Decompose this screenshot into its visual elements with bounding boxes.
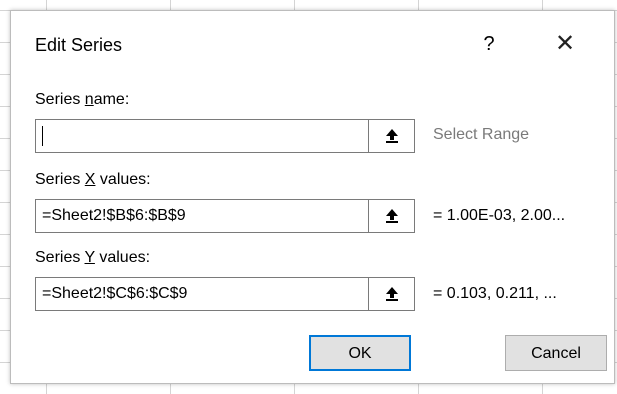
series-y-values-label: Series Y values: <box>35 249 151 266</box>
collapse-dialog-icon <box>385 208 399 224</box>
series-name-input[interactable] <box>36 120 366 152</box>
collapse-dialog-icon <box>385 286 399 302</box>
close-button[interactable]: ✕ <box>545 27 585 61</box>
series-x-range-button[interactable] <box>368 200 414 232</box>
series-name-range-button[interactable] <box>368 120 414 152</box>
series-x-values-preview: = 1.00E-03, 2.00... <box>433 207 566 224</box>
series-x-values-label: Series X values: <box>35 171 151 188</box>
series-y-values-field <box>35 277 415 311</box>
dialog-title: Edit Series <box>35 35 123 55</box>
series-y-range-button[interactable] <box>368 278 414 310</box>
ok-button[interactable]: OK <box>309 335 411 371</box>
close-icon: ✕ <box>554 30 576 57</box>
series-name-label: Series name: <box>35 91 130 108</box>
cancel-button[interactable]: Cancel <box>505 335 607 371</box>
series-x-values-input[interactable] <box>36 200 366 232</box>
edit-series-dialog: Edit Series ? ✕ Series name: Select Rang… <box>10 10 615 384</box>
collapse-dialog-icon <box>385 128 399 144</box>
text-caret <box>42 126 43 146</box>
series-y-values-input[interactable] <box>36 278 366 310</box>
series-x-values-field <box>35 199 415 233</box>
series-name-field <box>35 119 415 153</box>
series-y-values-preview: = 0.103, 0.211, ... <box>433 285 557 302</box>
series-name-preview: Select Range <box>433 126 530 143</box>
help-button[interactable]: ? <box>471 29 507 59</box>
title-bar: Edit Series ? ✕ <box>11 11 614 79</box>
